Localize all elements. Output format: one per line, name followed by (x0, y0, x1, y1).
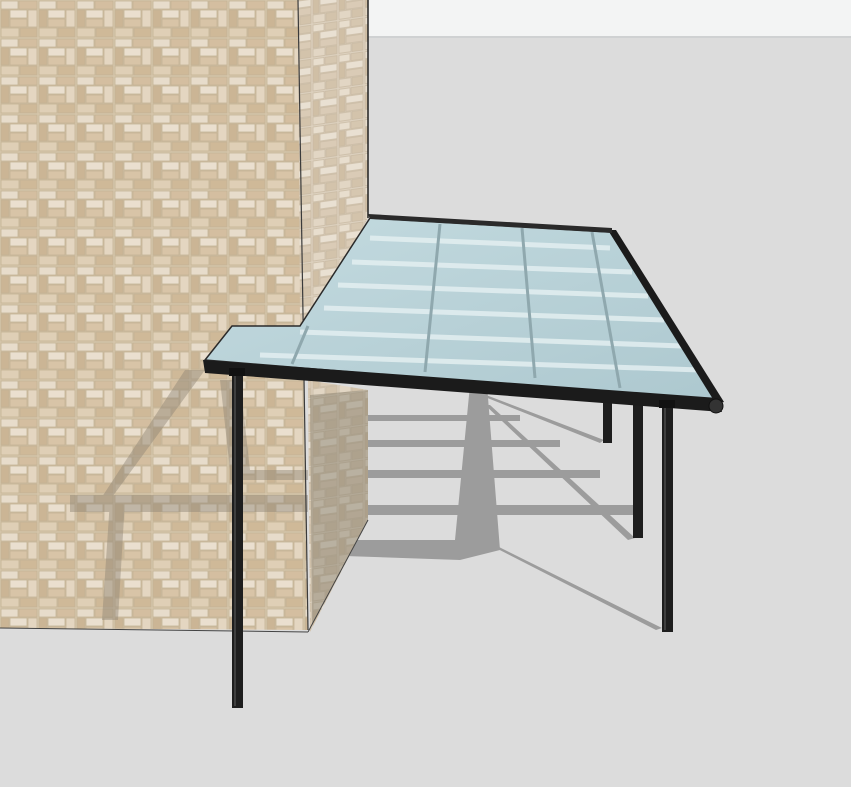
post-joint-right (659, 400, 675, 408)
3d-model-canvas[interactable] (0, 0, 851, 787)
beam-end-cap (708, 398, 724, 414)
post-front-left (232, 373, 243, 708)
post-joint-left (229, 368, 245, 376)
wall-front-face (0, 0, 308, 630)
sketchup-viewport[interactable] (0, 0, 851, 787)
post-front-right (662, 404, 673, 632)
post-middle-right (633, 398, 643, 538)
